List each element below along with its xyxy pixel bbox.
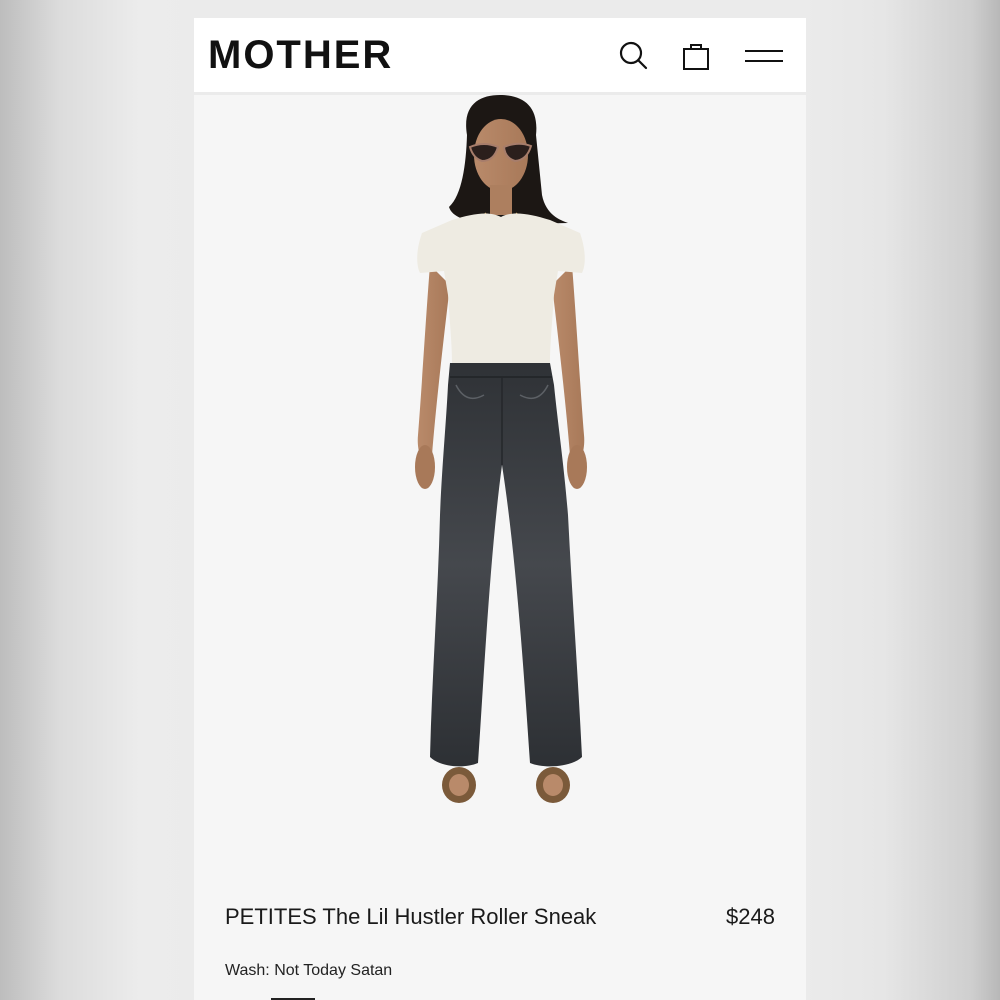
product-price: $248: [726, 904, 775, 929]
model-wearing-jeans-illustration: [415, 95, 587, 803]
search-button[interactable]: [614, 36, 654, 76]
shopping-bag-icon: [683, 44, 709, 70]
hamburger-menu-icon: [745, 50, 783, 62]
product-name: PETITES The Lil Hustler Roller Sneak: [225, 904, 597, 929]
product-image[interactable]: [194, 95, 806, 855]
wash-label: Wash: Not Today Satan: [225, 962, 393, 979]
top-navigation-bar: MOTHER: [194, 18, 806, 95]
shopping-bag-button[interactable]: [676, 36, 716, 76]
search-icon: [619, 41, 648, 70]
phone-screen: MOTHER PETITES The Lil Hustler Roller Sn…: [194, 18, 806, 1000]
brand-logo[interactable]: MOTHER: [208, 32, 393, 78]
backdrop-right: [806, 0, 1000, 1000]
menu-button[interactable]: [742, 36, 786, 76]
